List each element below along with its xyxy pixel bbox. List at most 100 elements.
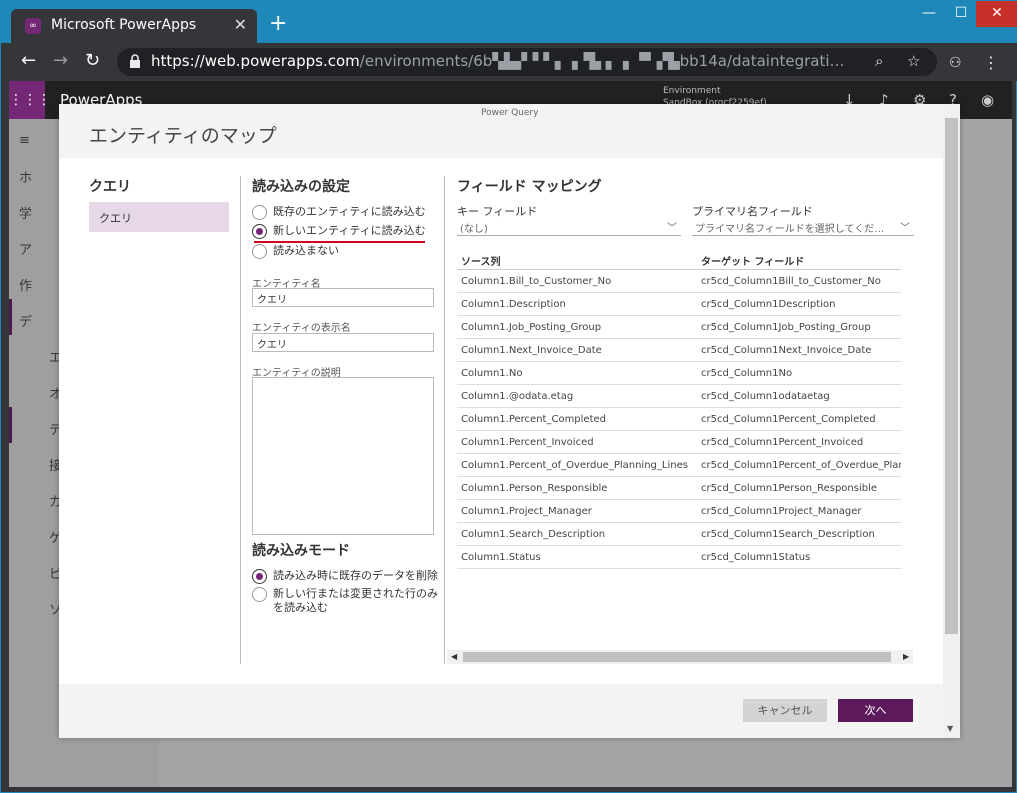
reload-icon[interactable]: ↻ [85, 51, 100, 71]
maximize-button[interactable]: ☐ [946, 1, 976, 27]
radio-circle[interactable] [252, 205, 267, 220]
table-row[interactable]: Column1.No cr5cd_Column1No [457, 362, 901, 385]
table-row[interactable]: Column1.Status cr5cd_Column1Status [457, 546, 901, 569]
scroll-down-icon[interactable]: ▼ [947, 724, 953, 733]
target-cell[interactable]: cr5cd_Column1No [701, 368, 901, 379]
table-row[interactable]: Column1.Person_Responsible cr5cd_Column1P… [457, 477, 901, 500]
source-cell: Column1.Bill_to_Customer_No [461, 276, 612, 287]
column-divider [240, 176, 241, 664]
browser-window: ∞ Microsoft PowerApps ✕ + — ☐ ✕ ← → ↻ ht… [0, 0, 1017, 793]
minimize-button[interactable]: — [914, 1, 944, 27]
source-cell: Column1.Percent_of_Overdue_Planning_Line… [461, 460, 688, 471]
cancel-button[interactable]: キャンセル [743, 699, 827, 722]
tab-close-icon[interactable]: ✕ [234, 15, 247, 34]
radio-new-entity[interactable]: 新しいエンティティに読み込む [252, 223, 432, 241]
browser-tab[interactable]: ∞ Microsoft PowerApps ✕ [11, 9, 257, 43]
query-item-label: クエリ [99, 212, 132, 225]
source-cell: Column1.Search_Description [461, 529, 606, 540]
table-row[interactable]: Column1.Percent_of_Overdue_Planning_Line… [457, 454, 901, 477]
query-section-title: クエリ [89, 179, 131, 195]
vertical-scrollbar[interactable]: ▼ [943, 104, 960, 738]
zoom-icon[interactable]: ⌕ [875, 52, 883, 70]
scrollbar-thumb[interactable] [463, 652, 891, 662]
target-cell[interactable]: cr5cd_Column1Percent_of_Overdue_Planning [701, 460, 901, 471]
back-arrow-icon[interactable]: ← [21, 51, 36, 71]
source-cell: Column1.Status [461, 552, 541, 563]
tab-title: Microsoft PowerApps [51, 17, 197, 33]
radio-circle[interactable] [252, 244, 267, 259]
dialog-footer: キャンセル 次へ [59, 684, 943, 738]
browser-menu-icon[interactable]: ⋮ [983, 53, 999, 72]
load-settings-title: 読み込みの設定 [252, 179, 350, 195]
app-launcher-icon[interactable]: ⋮⋮⋮ [9, 81, 51, 119]
radio-label: 新しい行または変更された行のみ [273, 587, 438, 600]
radio-label: 新しいエンティティに読み込む [273, 224, 426, 237]
radio-new-or-changed[interactable]: 新しい行または変更された行のみ を読み込む [252, 586, 438, 616]
target-cell[interactable]: cr5cd_Column1Bill_to_Customer_No [701, 276, 901, 287]
key-field-dropdown[interactable]: (なし) ﹀ [457, 218, 681, 236]
table-row[interactable]: Column1.@odata.etag cr5cd_Column1odataeta… [457, 385, 901, 408]
forward-arrow-icon[interactable]: → [53, 51, 68, 71]
new-tab-icon[interactable]: + [269, 13, 287, 35]
target-cell[interactable]: cr5cd_Column1Status [701, 552, 901, 563]
target-cell[interactable]: cr5cd_Column1Description [701, 299, 901, 310]
source-cell: Column1.No [461, 368, 523, 379]
scroll-right-icon[interactable]: ▶ [903, 650, 909, 664]
display-name-label: エンティティの表示名 [252, 323, 351, 334]
powerapps-favicon-icon: ∞ [25, 18, 41, 34]
avatar[interactable]: ◉ [981, 91, 994, 109]
window-close-button[interactable]: ✕ [976, 1, 1017, 27]
table-row[interactable]: Column1.Project_Manager cr5cd_Column1Proj… [457, 500, 901, 523]
primary-name-dropdown[interactable]: プライマリ名フィールドを選択してくだ… ﹀ [692, 218, 914, 236]
table-row[interactable]: Column1.Next_Invoice_Date cr5cd_Column1Ne… [457, 339, 901, 362]
target-cell[interactable]: cr5cd_Column1Project_Manager [701, 506, 901, 517]
table-row[interactable]: Column1.Search_Description cr5cd_Column1S… [457, 523, 901, 546]
table-row[interactable]: Column1.Bill_to_Customer_No cr5cd_Column1… [457, 270, 901, 293]
target-cell[interactable]: cr5cd_Column1Search_Description [701, 529, 901, 540]
scroll-left-icon[interactable]: ◀ [451, 650, 457, 664]
table-row[interactable]: Column1.Percent_Invoiced cr5cd_Column1Per… [457, 431, 901, 454]
address-bar[interactable]: https://web.powerapps.com/environments/6… [117, 48, 937, 76]
chevron-down-icon: ﹀ [667, 223, 677, 234]
radio-do-not-load[interactable]: 読み込まない [252, 243, 432, 261]
primary-name-placeholder: プライマリ名フィールドを選択してくだ… [695, 224, 885, 235]
chevron-down-icon: ﹀ [900, 223, 910, 234]
display-name-input[interactable]: クエリ [252, 333, 434, 352]
target-cell[interactable]: cr5cd_Column1Percent_Invoiced [701, 437, 901, 448]
description-textarea[interactable] [252, 377, 434, 535]
radio-existing-entity[interactable]: 既存のエンティティに読み込む [252, 204, 432, 222]
table-row[interactable]: Column1.Job_Posting_Group cr5cd_Column1Jo… [457, 316, 901, 339]
table-header: ソース列 ターゲット フィールド [457, 246, 901, 270]
target-cell[interactable]: cr5cd_Column1Next_Invoice_Date [701, 345, 901, 356]
scrollbar-thumb[interactable] [945, 118, 958, 634]
horizontal-scrollbar[interactable]: ◀ ▶ [447, 650, 913, 664]
product-label: Power Query [481, 108, 539, 118]
table-row[interactable]: Column1.Description cr5cd_Column1Descript… [457, 293, 901, 316]
url-host: https://web.powerapps.com [151, 52, 360, 70]
bookmark-star-icon[interactable]: ☆ [907, 52, 920, 70]
radio-circle[interactable] [252, 587, 267, 602]
radio-circle-selected[interactable] [252, 569, 267, 584]
environment-label: Environment [663, 86, 721, 96]
source-cell: Column1.Person_Responsible [461, 483, 608, 494]
dialog-title: エンティティのマップ [89, 125, 277, 147]
entity-name-input[interactable]: クエリ [252, 288, 434, 307]
target-cell[interactable]: cr5cd_Column1Person_Responsible [701, 483, 901, 494]
url-path: /environments/6b▚▙▞▝ ▘▖▗▝▙ ▖▗ ▝▘▞▙bb14a/… [359, 52, 845, 70]
target-cell[interactable]: cr5cd_Column1Percent_Completed [701, 414, 901, 425]
target-cell[interactable]: cr5cd_Column1odataetag [701, 391, 901, 402]
next-button[interactable]: 次へ [838, 699, 913, 722]
radio-circle-selected[interactable] [252, 224, 267, 239]
browser-toolbar: ← → ↻ https://web.powerapps.com/environm… [1, 43, 1017, 81]
query-list-item[interactable]: クエリ [89, 202, 229, 232]
radio-label: 読み込まない [273, 244, 339, 257]
source-cell: Column1.Next_Invoice_Date [461, 345, 602, 356]
source-cell: Column1.Percent_Invoiced [461, 437, 594, 448]
radio-delete-existing[interactable]: 読み込み時に既存のデータを削除 [252, 568, 438, 586]
source-cell: Column1.Job_Posting_Group [461, 322, 602, 333]
field-mapping-title: フィールド マッピング [457, 179, 602, 195]
table-row[interactable]: Column1.Percent_Completed cr5cd_Column1Pe… [457, 408, 901, 431]
target-cell[interactable]: cr5cd_Column1Job_Posting_Group [701, 322, 901, 333]
extension-icon[interactable]: ⚇ [949, 55, 962, 71]
tab-strip: ∞ Microsoft PowerApps ✕ + — ☐ ✕ [1, 1, 1017, 43]
